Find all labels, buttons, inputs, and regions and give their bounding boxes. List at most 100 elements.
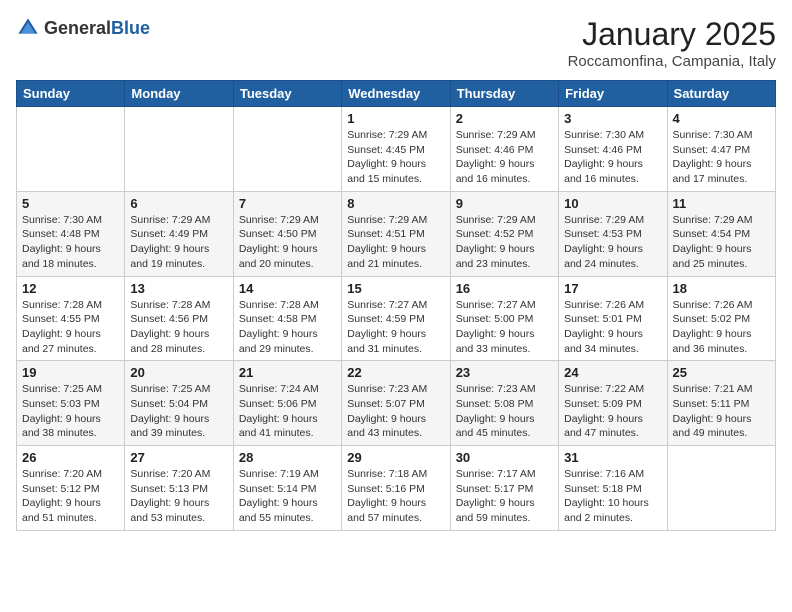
day-info: Sunrise: 7:29 AMSunset: 4:45 PMDaylight:… [347, 128, 444, 187]
weekday-header-monday: Monday [125, 81, 233, 107]
day-info: Sunrise: 7:21 AMSunset: 5:11 PMDaylight:… [673, 382, 770, 441]
day-number: 5 [22, 196, 119, 211]
calendar-cell: 26 Sunrise: 7:20 AMSunset: 5:12 PMDayligh… [17, 446, 125, 531]
day-number: 17 [564, 281, 661, 296]
day-info: Sunrise: 7:30 AMSunset: 4:46 PMDaylight:… [564, 128, 661, 187]
day-info: Sunrise: 7:23 AMSunset: 5:08 PMDaylight:… [456, 382, 553, 441]
calendar-week-3: 12 Sunrise: 7:28 AMSunset: 4:55 PMDayligh… [17, 276, 776, 361]
day-number: 14 [239, 281, 336, 296]
day-number: 31 [564, 450, 661, 465]
calendar-cell: 25 Sunrise: 7:21 AMSunset: 5:11 PMDayligh… [667, 361, 775, 446]
calendar-week-2: 5Sunrise: 7:30 AMSunset: 4:48 PMDaylight… [17, 191, 776, 276]
day-number: 3 [564, 111, 661, 126]
day-number: 16 [456, 281, 553, 296]
calendar-cell: 3 Sunrise: 7:30 AMSunset: 4:46 PMDaylight… [559, 107, 667, 192]
day-info: Sunrise: 7:29 AMSunset: 4:50 PMDaylight:… [239, 213, 336, 272]
calendar-cell: 8 Sunrise: 7:29 AMSunset: 4:51 PMDaylight… [342, 191, 450, 276]
day-number: 29 [347, 450, 444, 465]
day-number: 22 [347, 365, 444, 380]
day-info: Sunrise: 7:29 AMSunset: 4:53 PMDaylight:… [564, 213, 661, 272]
day-info: Sunrise: 7:29 AMSunset: 4:49 PMDaylight:… [130, 213, 227, 272]
day-number: 24 [564, 365, 661, 380]
day-info: Sunrise: 7:26 AMSunset: 5:01 PMDaylight:… [564, 298, 661, 357]
weekday-header-wednesday: Wednesday [342, 81, 450, 107]
weekday-header-tuesday: Tuesday [233, 81, 341, 107]
day-info: Sunrise: 7:29 AMSunset: 4:54 PMDaylight:… [673, 213, 770, 272]
day-number: 11 [673, 196, 770, 211]
logo-general: General [44, 18, 111, 38]
day-info: Sunrise: 7:26 AMSunset: 5:02 PMDaylight:… [673, 298, 770, 357]
day-number: 10 [564, 196, 661, 211]
calendar-cell: 22 Sunrise: 7:23 AMSunset: 5:07 PMDayligh… [342, 361, 450, 446]
logo-blue: Blue [111, 18, 150, 38]
calendar-cell: 11 Sunrise: 7:29 AMSunset: 4:54 PMDayligh… [667, 191, 775, 276]
location-subtitle: Roccamonfina, Campania, Italy [568, 53, 776, 70]
day-info: Sunrise: 7:23 AMSunset: 5:07 PMDaylight:… [347, 382, 444, 441]
day-number: 28 [239, 450, 336, 465]
day-info: Sunrise: 7:19 AMSunset: 5:14 PMDaylight:… [239, 467, 336, 526]
day-info: Sunrise: 7:30 AMSunset: 4:47 PMDaylight:… [673, 128, 770, 187]
day-number: 19 [22, 365, 119, 380]
calendar-cell: 17 Sunrise: 7:26 AMSunset: 5:01 PMDayligh… [559, 276, 667, 361]
day-info: Sunrise: 7:28 AMSunset: 4:58 PMDaylight:… [239, 298, 336, 357]
day-info: Sunrise: 7:22 AMSunset: 5:09 PMDaylight:… [564, 382, 661, 441]
weekday-header-thursday: Thursday [450, 81, 558, 107]
calendar-cell: 12 Sunrise: 7:28 AMSunset: 4:55 PMDayligh… [17, 276, 125, 361]
day-info: Sunrise: 7:20 AMSunset: 5:12 PMDaylight:… [22, 467, 119, 526]
day-number: 27 [130, 450, 227, 465]
day-info: Sunrise: 7:29 AMSunset: 4:51 PMDaylight:… [347, 213, 444, 272]
calendar-week-4: 19 Sunrise: 7:25 AMSunset: 5:03 PMDayligh… [17, 361, 776, 446]
day-info: Sunrise: 7:18 AMSunset: 5:16 PMDaylight:… [347, 467, 444, 526]
calendar-cell [17, 107, 125, 192]
day-number: 2 [456, 111, 553, 126]
calendar-cell: 13Sunrise: 7:28 AMSunset: 4:56 PMDayligh… [125, 276, 233, 361]
day-number: 15 [347, 281, 444, 296]
calendar-cell: 15 Sunrise: 7:27 AMSunset: 4:59 PMDayligh… [342, 276, 450, 361]
day-info: Sunrise: 7:17 AMSunset: 5:17 PMDaylight:… [456, 467, 553, 526]
calendar-cell: 29 Sunrise: 7:18 AMSunset: 5:16 PMDayligh… [342, 446, 450, 531]
day-info: Sunrise: 7:29 AMSunset: 4:52 PMDaylight:… [456, 213, 553, 272]
calendar-cell: 28 Sunrise: 7:19 AMSunset: 5:14 PMDayligh… [233, 446, 341, 531]
calendar-cell: 19 Sunrise: 7:25 AMSunset: 5:03 PMDayligh… [17, 361, 125, 446]
day-info: Sunrise: 7:25 AMSunset: 5:04 PMDaylight:… [130, 382, 227, 441]
day-info: Sunrise: 7:29 AMSunset: 4:46 PMDaylight:… [456, 128, 553, 187]
day-info: Sunrise: 7:16 AMSunset: 5:18 PMDaylight:… [564, 467, 661, 526]
calendar-cell [667, 446, 775, 531]
day-info: Sunrise: 7:27 AMSunset: 4:59 PMDaylight:… [347, 298, 444, 357]
calendar-cell: 27 Sunrise: 7:20 AMSunset: 5:13 PMDayligh… [125, 446, 233, 531]
day-number: 12 [22, 281, 119, 296]
logo-icon [16, 16, 40, 40]
day-number: 8 [347, 196, 444, 211]
day-info: Sunrise: 7:25 AMSunset: 5:03 PMDaylight:… [22, 382, 119, 441]
calendar-cell: 14 Sunrise: 7:28 AMSunset: 4:58 PMDayligh… [233, 276, 341, 361]
weekday-header-row: SundayMondayTuesdayWednesdayThursdayFrid… [17, 81, 776, 107]
page-header: GeneralBlue January 2025 Roccamonfina, C… [16, 16, 776, 70]
day-number: 18 [673, 281, 770, 296]
day-number: 25 [673, 365, 770, 380]
calendar-table: SundayMondayTuesdayWednesdayThursdayFrid… [16, 80, 776, 531]
calendar-cell: 21Sunrise: 7:24 AMSunset: 5:06 PMDayligh… [233, 361, 341, 446]
day-number: 6 [130, 196, 227, 211]
weekday-header-saturday: Saturday [667, 81, 775, 107]
day-number: 23 [456, 365, 553, 380]
day-number: 20 [130, 365, 227, 380]
day-info: Sunrise: 7:28 AMSunset: 4:56 PMDaylight:… [130, 298, 227, 357]
calendar-cell: 31 Sunrise: 7:16 AMSunset: 5:18 PMDayligh… [559, 446, 667, 531]
day-number: 30 [456, 450, 553, 465]
calendar-cell: 9 Sunrise: 7:29 AMSunset: 4:52 PMDaylight… [450, 191, 558, 276]
calendar-cell: 4Sunrise: 7:30 AMSunset: 4:47 PMDaylight… [667, 107, 775, 192]
day-info: Sunrise: 7:20 AMSunset: 5:13 PMDaylight:… [130, 467, 227, 526]
calendar-cell: 2 Sunrise: 7:29 AMSunset: 4:46 PMDaylight… [450, 107, 558, 192]
month-title: January 2025 [568, 16, 776, 53]
day-number: 1 [347, 111, 444, 126]
calendar-cell: 1 Sunrise: 7:29 AMSunset: 4:45 PMDaylight… [342, 107, 450, 192]
calendar-cell: 20 Sunrise: 7:25 AMSunset: 5:04 PMDayligh… [125, 361, 233, 446]
calendar-cell: 10 Sunrise: 7:29 AMSunset: 4:53 PMDayligh… [559, 191, 667, 276]
calendar-cell: 24 Sunrise: 7:22 AMSunset: 5:09 PMDayligh… [559, 361, 667, 446]
logo: GeneralBlue [16, 16, 150, 40]
calendar-cell: 5Sunrise: 7:30 AMSunset: 4:48 PMDaylight… [17, 191, 125, 276]
day-number: 26 [22, 450, 119, 465]
day-number: 9 [456, 196, 553, 211]
day-info: Sunrise: 7:28 AMSunset: 4:55 PMDaylight:… [22, 298, 119, 357]
day-number: 7 [239, 196, 336, 211]
